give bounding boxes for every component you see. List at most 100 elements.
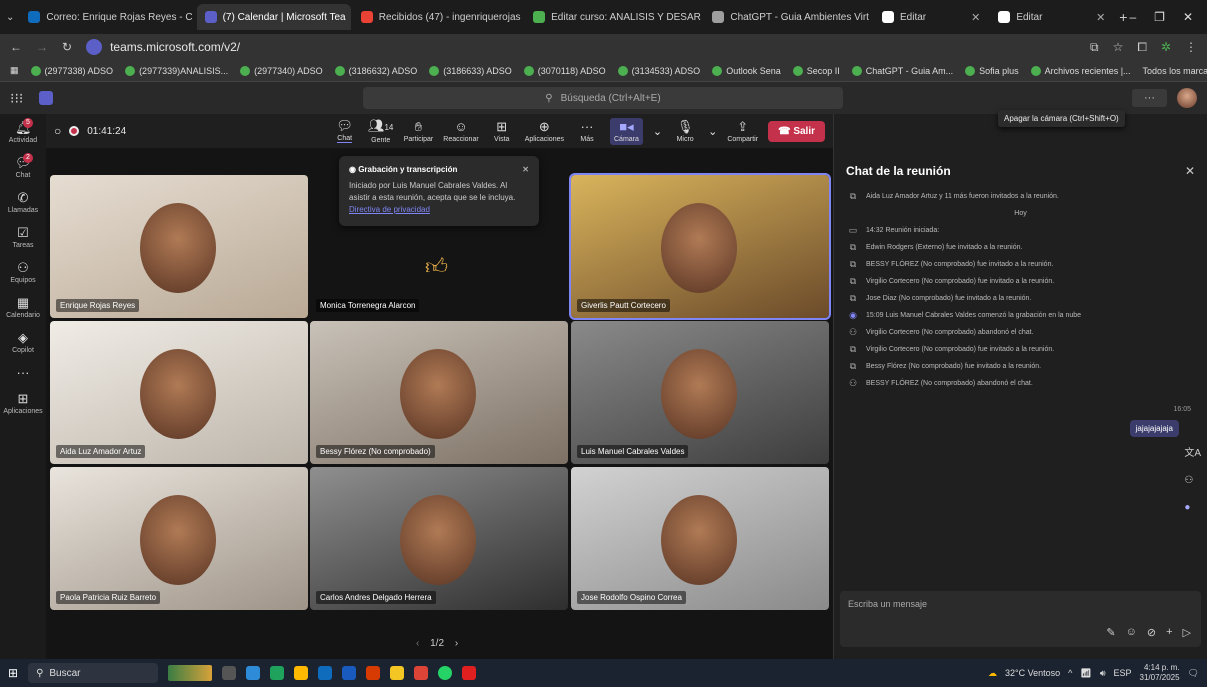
bookmark-item[interactable]: (2977340) ADSO	[240, 65, 323, 76]
windows-start-icon[interactable]: ⊞	[8, 666, 18, 680]
network-icon[interactable]: 📶︎	[1080, 668, 1091, 679]
chrome-icon[interactable]	[414, 666, 429, 680]
bookmark-item[interactable]: (3186633) ADSO	[429, 65, 512, 76]
edge-icon[interactable]	[270, 666, 285, 680]
tab-menu-icon[interactable]: ⌄	[6, 12, 14, 23]
browser-tab-active[interactable]: (7) Calendar | Microsoft Tea✕	[196, 4, 351, 30]
next-page-icon[interactable]: ›	[455, 638, 458, 649]
react-button[interactable]: ☺ Reaccionar	[443, 119, 478, 143]
mic-button[interactable]: 🎙︎ Micro	[672, 119, 698, 143]
attach-icon[interactable]: +	[1166, 626, 1172, 639]
raise-hand-button[interactable]: ✋︎ Participar	[404, 119, 434, 143]
store-icon[interactable]	[294, 666, 309, 680]
task-view-icon[interactable]	[222, 666, 237, 680]
taskbar-search[interactable]: ⚲ Buscar	[28, 663, 159, 683]
minimize-icon[interactable]: –	[1129, 10, 1136, 24]
loop-icon[interactable]: ⊘	[1147, 626, 1156, 639]
apps-button[interactable]: ⊕ Aplicaciones	[525, 119, 564, 143]
bookmark-item[interactable]: Secop II	[792, 65, 840, 76]
participant-tile[interactable]: Luis Manuel Cabrales Valdes	[571, 321, 829, 464]
outlook-icon[interactable]	[318, 666, 333, 680]
notifications-icon[interactable]: 🗨︎	[1188, 668, 1199, 679]
participant-tile[interactable]: Paola Patricia Ruiz Barreto	[50, 467, 308, 610]
clock[interactable]: 4:14 p. m. 31/07/2025	[1140, 663, 1180, 683]
participant-tile[interactable]: Aida Luz Amador Artuz	[50, 321, 308, 464]
format-icon[interactable]: ✎	[1106, 626, 1115, 639]
participant-tile[interactable]: Bessy Flórez (No comprobado)	[310, 321, 568, 464]
cast-icon[interactable]: ⧉	[1090, 40, 1099, 55]
more-button[interactable]: ··· Más	[574, 119, 600, 143]
emoji-icon[interactable]: ☺	[1126, 626, 1137, 639]
bookmark-item[interactable]: (3070118) ADSO	[523, 65, 606, 76]
send-icon[interactable]: ▷	[1183, 626, 1191, 639]
bookmark-item[interactable]: ChatGPT - Guia Am...	[851, 65, 953, 76]
browser-tab[interactable]: ChatGPT - Guia Ambientes Virt✕	[704, 4, 872, 30]
view-button[interactable]: ⊞ Vista	[489, 119, 515, 143]
bookmark-item[interactable]: (2977338) ADSO	[30, 65, 113, 76]
people-button[interactable]: 👥︎14 Gente	[368, 118, 394, 144]
menu-icon[interactable]: ⋮	[1185, 40, 1197, 54]
profile-icon[interactable]: ✲	[1161, 40, 1171, 54]
rail-item-tareas[interactable]: ☑ Tareas	[1, 223, 45, 252]
rail-item-copilot[interactable]: ◈ Copilot	[1, 328, 45, 357]
whatsapp-icon[interactable]	[438, 666, 453, 680]
translate-icon[interactable]: 文A	[1184, 444, 1201, 459]
reload-icon[interactable]: ↻	[62, 40, 72, 54]
browser-tab[interactable]: Recibidos (47) - ingenriquerojas✕	[353, 4, 523, 30]
rail-item-more[interactable]: ···	[1, 363, 45, 383]
word-icon[interactable]	[342, 666, 357, 680]
volume-icon[interactable]: 🔊︎	[1100, 668, 1106, 679]
search-input[interactable]: ⚲ Búsqueda (Ctrl+Alt+E)	[363, 87, 843, 109]
bookmark-item[interactable]: (2977339)ANALISIS...	[125, 65, 228, 76]
bookmark-item[interactable]: (3186632) ADSO	[334, 65, 417, 76]
explorer-icon[interactable]	[390, 666, 405, 680]
tray-chevron-icon[interactable]: ^	[1068, 668, 1072, 678]
participant-tile[interactable]: Jose Rodolfo Ospino Correa	[571, 467, 829, 610]
bookmark-item[interactable]: Archivos recientes |...	[1030, 65, 1131, 76]
close-icon[interactable]: ✕	[1096, 11, 1105, 24]
browser-tab[interactable]: Editar ✕	[990, 4, 1113, 30]
new-tab-icon[interactable]: +	[1119, 9, 1127, 25]
chat-message[interactable]: jajajajajaja	[1129, 420, 1179, 437]
leave-button[interactable]: ☎ Salir	[768, 120, 825, 142]
avatar[interactable]	[1177, 88, 1197, 108]
rail-item-actividad[interactable]: 🔔︎ 5 Actividad	[1, 118, 45, 147]
bookmark-item[interactable]: (3134533) ADSO	[617, 65, 700, 76]
close-chat-icon[interactable]: ✕	[1185, 164, 1195, 178]
restore-icon[interactable]: ❐	[1154, 10, 1165, 24]
more-options-button[interactable]: ···	[1132, 89, 1167, 107]
acrobat-icon[interactable]	[462, 666, 477, 680]
bookmark-item[interactable]: Sofia plus	[965, 65, 1019, 76]
browser-tab[interactable]: Correo: Enrique Rojas Reyes - C✕	[20, 4, 194, 30]
url-field[interactable]: teams.microsoft.com/v2/	[86, 39, 1076, 55]
rail-item-calendario[interactable]: ▦ Calendario	[1, 293, 45, 322]
app-launcher-icon[interactable]: ⁝⁝⁝	[10, 90, 23, 107]
camera-button[interactable]: ■◂ Cámara	[610, 117, 643, 145]
rail-item-aplicaciones[interactable]: ⊞ Aplicaciones	[1, 389, 45, 418]
share-button[interactable]: ⇪ Compartir	[727, 119, 758, 143]
rail-item-chat[interactable]: 💬︎ 2 Chat	[1, 153, 45, 182]
copilot-icon[interactable]	[246, 666, 261, 680]
close-window-icon[interactable]: ✕	[1183, 10, 1193, 24]
camera-chevron-icon[interactable]: ⌄	[653, 125, 662, 138]
star-icon[interactable]: ☆	[1113, 40, 1124, 54]
extensions-icon[interactable]: ⧠	[1137, 40, 1147, 55]
chat-button[interactable]: 💬︎ Chat	[332, 119, 358, 143]
participant-tile[interactable]: Enrique Rojas Reyes	[50, 175, 308, 318]
bookmark-item[interactable]: Outlook Sena	[712, 65, 781, 76]
close-icon[interactable]: ✕	[971, 11, 980, 24]
people-panel-icon[interactable]: ⚇	[1184, 475, 1201, 486]
participant-tile[interactable]: Carlos Andres Delgado Herrera	[310, 467, 568, 610]
rail-item-equipos[interactable]: ⚇ Equipos	[1, 258, 45, 287]
office-icon[interactable]	[366, 666, 381, 680]
copilot-icon[interactable]: ●	[1184, 502, 1201, 513]
all-bookmarks[interactable]: Todos los marcadores	[1143, 66, 1207, 76]
prev-page-icon[interactable]: ‹	[416, 638, 419, 649]
close-icon[interactable]: ✕	[522, 164, 529, 176]
back-icon[interactable]: ←	[10, 40, 22, 54]
apps-grid-icon[interactable]: ▦	[10, 65, 19, 76]
meeting-info-icon[interactable]: ○	[54, 124, 61, 138]
rail-item-llamadas[interactable]: ✆ Llamadas	[1, 188, 45, 217]
message-composer[interactable]: Escriba un mensaje ✎ ☺ ⊘ + ▷	[840, 591, 1201, 647]
mic-chevron-icon[interactable]: ⌄	[708, 125, 717, 138]
